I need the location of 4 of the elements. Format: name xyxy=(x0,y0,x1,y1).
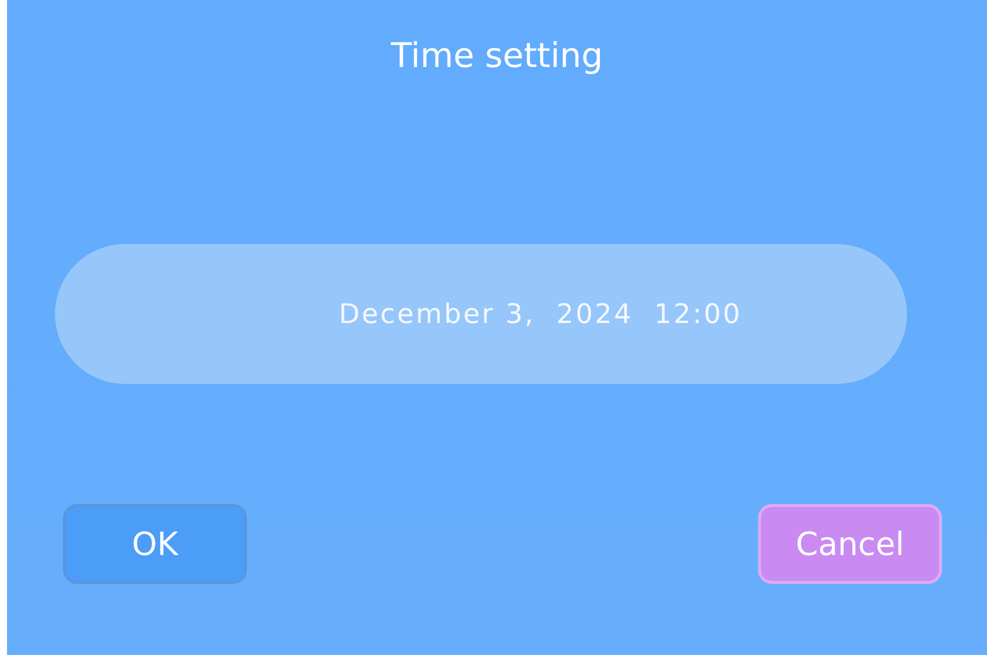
dialog-title: Time setting xyxy=(391,36,603,76)
ok-button[interactable]: OK xyxy=(63,504,247,584)
datetime-field[interactable]: December 3, 2024 12:00 xyxy=(54,244,906,384)
cancel-button[interactable]: Cancel xyxy=(758,504,942,584)
